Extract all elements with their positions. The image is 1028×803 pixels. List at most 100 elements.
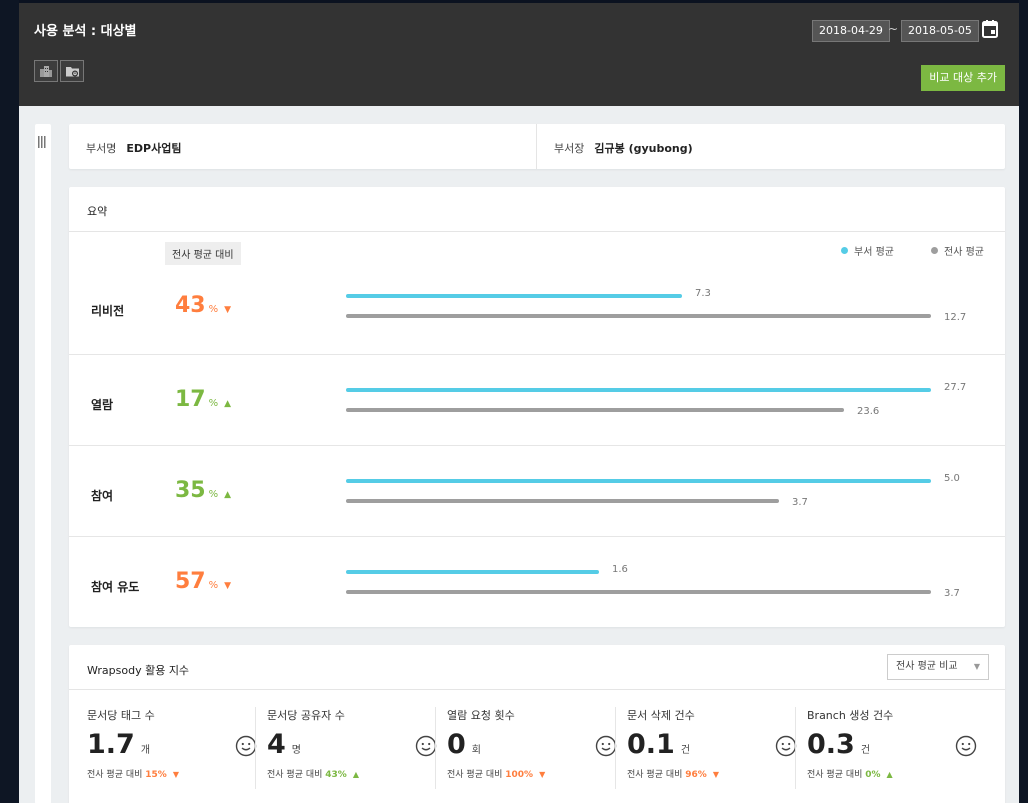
smile-icon bbox=[235, 735, 257, 757]
date-from-input[interactable]: 2018-04-29 bbox=[812, 20, 890, 42]
arrow-up-icon: ▲ bbox=[224, 490, 232, 500]
stat-comparison-value: 43% bbox=[325, 770, 347, 780]
smile-icon bbox=[595, 735, 617, 757]
folder-view-button[interactable] bbox=[60, 60, 84, 82]
corp-average-bar bbox=[346, 314, 931, 318]
percent-unit: % bbox=[208, 580, 219, 591]
metric-percent: 57% ▼ bbox=[175, 569, 231, 594]
divider bbox=[795, 707, 796, 789]
summary-title: 요약 bbox=[87, 205, 108, 218]
stat-number: 4 bbox=[267, 729, 286, 760]
percent-unit: % bbox=[208, 398, 219, 409]
dept-average-bar bbox=[346, 570, 599, 574]
metric-percent: 17% ▲ bbox=[175, 387, 231, 412]
side-panel-toggle[interactable] bbox=[35, 124, 51, 803]
stat-unit: 건 bbox=[680, 745, 691, 756]
stat-title: 문서당 태그 수 bbox=[87, 709, 155, 722]
arrow-up-icon: ▲ bbox=[224, 399, 232, 409]
view-toolbar bbox=[34, 60, 86, 82]
stat-comparison: 전사 평균 대비 96% ▼ bbox=[627, 767, 719, 780]
percent-value: 17 bbox=[175, 387, 206, 412]
chevron-down-icon: ▼ bbox=[973, 662, 980, 671]
stat-comparison-label: 전사 평균 대비 bbox=[447, 770, 506, 780]
legend-corp-label: 전사 평균 bbox=[944, 247, 984, 258]
stat-title: 열람 요청 횟수 bbox=[447, 709, 515, 722]
stat-unit: 개 bbox=[140, 745, 151, 756]
stat-comparison-value: 0% bbox=[865, 770, 881, 780]
stat-comparison-label: 전사 평균 대비 bbox=[627, 770, 686, 780]
stat-value: 4명 bbox=[267, 729, 301, 760]
calendar-icon bbox=[982, 20, 998, 38]
dept-head-field: 부서장 김규봉 (gyubong) bbox=[554, 140, 693, 156]
arrow-down-icon: ▼ bbox=[224, 305, 232, 315]
dept-name-value: EDP사업팀 bbox=[126, 142, 182, 155]
stat-value: 1.7 개 bbox=[87, 729, 150, 760]
stat-card: 문서 삭제 건수 0.1 건 전사 평균 대비 96% ▼ bbox=[627, 707, 807, 801]
stat-comparison-label: 전사 평균 대비 bbox=[267, 770, 326, 780]
stat-comparison-label: 전사 평균 대비 bbox=[807, 770, 866, 780]
metric-label: 열람 bbox=[91, 398, 114, 412]
corp-average-bar bbox=[346, 590, 931, 594]
stat-comparison: 전사 평균 대비 43% ▲ bbox=[267, 767, 359, 780]
stat-value: 0회 bbox=[447, 729, 481, 760]
divider bbox=[255, 707, 256, 789]
divider bbox=[69, 231, 1005, 232]
dept-average-value: 7.3 bbox=[695, 288, 711, 299]
smile-icon bbox=[955, 735, 977, 757]
divider bbox=[69, 689, 1005, 690]
add-compare-target-button[interactable]: 비교 대상 추가 bbox=[921, 65, 1005, 91]
drag-handle-icon bbox=[38, 136, 46, 148]
percent-value: 57 bbox=[175, 569, 206, 594]
dept-average-value: 5.0 bbox=[944, 473, 960, 484]
arrow-down-icon: ▼ bbox=[712, 770, 719, 779]
dept-average-value: 27.7 bbox=[944, 382, 967, 393]
stat-number: 0.1 bbox=[627, 729, 675, 760]
metric-label: 참여 bbox=[91, 489, 114, 503]
stat-unit: 건 bbox=[860, 745, 871, 756]
percent-value: 35 bbox=[175, 478, 206, 503]
stat-comparison-value: 96% bbox=[685, 770, 707, 780]
folder-lock-icon bbox=[65, 67, 79, 77]
building-view-button[interactable] bbox=[34, 60, 58, 82]
summary-row: 참여 35% ▲ 5.0 3.7 bbox=[69, 445, 1005, 536]
stat-card: 문서당 공유자 수 4 명전사 평균 대비 43% ▲ bbox=[267, 707, 447, 801]
divider bbox=[435, 707, 436, 789]
corp-average-value: 3.7 bbox=[792, 497, 808, 508]
building-icon bbox=[40, 66, 52, 77]
usage-index-title: Wrapsody 활용 지수 bbox=[87, 664, 190, 677]
stat-number: 0.3 bbox=[807, 729, 855, 760]
page-title: 사용 분석 : 대상별 bbox=[34, 24, 137, 39]
percent-value: 43 bbox=[175, 293, 206, 318]
dept-head-value: 김규봉 (gyubong) bbox=[594, 142, 693, 155]
metric-percent: 35% ▲ bbox=[175, 478, 231, 503]
usage-index-card: Wrapsody 활용 지수 전사 평균 비교 ▼ 문서당 태그 수 1.7 개전사… bbox=[69, 645, 1005, 803]
stat-comparison: 전사 평균 대비 100% ▼ bbox=[447, 767, 545, 780]
arrow-down-icon: ▼ bbox=[539, 770, 546, 779]
divider bbox=[536, 124, 537, 169]
legend-corp: 전사 평균 bbox=[931, 243, 984, 258]
calendar-button[interactable] bbox=[981, 19, 999, 43]
smile-icon bbox=[415, 735, 437, 757]
stat-value: 0.1 건 bbox=[627, 729, 690, 760]
date-separator: ~ bbox=[888, 22, 899, 36]
stat-number: 0 bbox=[447, 729, 466, 760]
compare-select[interactable]: 전사 평균 비교 ▼ bbox=[887, 654, 989, 680]
dept-average-bar bbox=[346, 294, 682, 298]
arrow-up-icon: ▲ bbox=[352, 770, 359, 779]
date-to-input[interactable]: 2018-05-05 bbox=[901, 20, 979, 42]
stat-title: Branch 생성 건수 bbox=[807, 709, 894, 722]
summary-card: 요약 전사 평균 대비 부서 평균 전사 평균 리비전 43% ▼ 7.3 12.7 열람… bbox=[69, 187, 1005, 627]
dept-head-label: 부서장 bbox=[554, 142, 585, 155]
stat-comparison-value: 15% bbox=[145, 770, 167, 780]
divider bbox=[615, 707, 616, 789]
arrow-up-icon: ▲ bbox=[886, 770, 893, 779]
stat-title: 문서당 공유자 수 bbox=[267, 709, 345, 722]
corp-average-value: 12.7 bbox=[944, 312, 967, 323]
app-frame: 사용 분석 : 대상별 2018-04-29 ~ 2018-05-05 비교 대… bbox=[19, 0, 1019, 803]
stat-card: 문서당 태그 수 1.7 개 전사 평균 대비 15% ▼ bbox=[87, 707, 267, 801]
stat-value: 0.3 건 bbox=[807, 729, 870, 760]
dept-name-label: 부서명 bbox=[86, 142, 117, 155]
legend-dept-label: 부서 평균 bbox=[854, 247, 894, 258]
arrow-down-icon: ▼ bbox=[224, 581, 232, 591]
corp-average-bar bbox=[346, 408, 844, 412]
